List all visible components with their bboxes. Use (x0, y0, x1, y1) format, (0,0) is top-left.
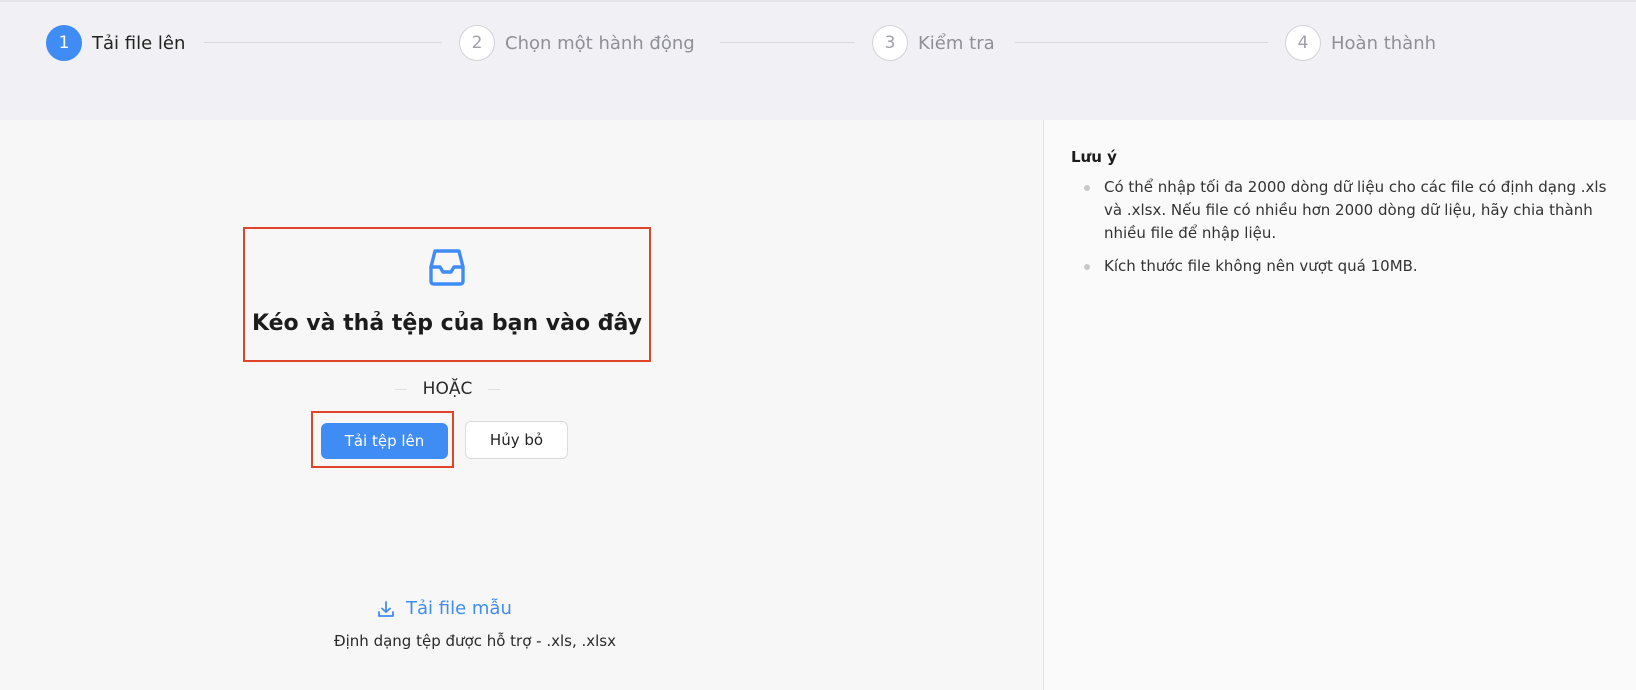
or-label: HOẶC (422, 379, 473, 399)
notes-title: Lưu ý (1071, 148, 1117, 166)
cancel-button[interactable]: Hủy bỏ (465, 421, 568, 459)
step-label: Hoàn thành (1331, 32, 1437, 54)
separator-line (488, 388, 501, 390)
step-review: 3 Kiểm tra (872, 24, 995, 62)
stepper-bar: 1 Tải file lên 2 Chọn một hành động 3 Ki… (0, 0, 1636, 120)
note-item: Kích thước file không nên vượt quá 10MB. (1084, 255, 1624, 278)
step-connector (720, 42, 855, 43)
step-upload: 1 Tải file lên (46, 24, 185, 62)
step-number: 2 (459, 25, 495, 61)
supported-formats-text: Định dạng tệp được hỗ trợ - .xls, .xlsx (334, 632, 616, 650)
notes-list: Có thể nhập tối đa 2000 dòng dữ liệu cho… (1084, 176, 1624, 288)
step-choose-action: 2 Chọn một hành động (459, 24, 695, 62)
upload-file-button[interactable]: Tải tệp lên (321, 423, 448, 459)
upload-button-highlight: Tải tệp lên (311, 411, 454, 468)
file-drop-zone[interactable]: Kéo và thả tệp của bạn vào đây (243, 227, 651, 362)
step-complete: 4 Hoàn thành (1285, 24, 1436, 62)
step-connector (204, 42, 442, 43)
step-number: 4 (1285, 25, 1321, 61)
download-template-label: Tải file mẫu (406, 598, 512, 619)
download-icon (378, 600, 394, 617)
step-label: Tải file lên (92, 32, 186, 54)
step-label: Chọn một hành động (505, 32, 695, 54)
or-separator: HOẶC (380, 377, 515, 401)
inbox-icon (429, 249, 465, 286)
download-template-link[interactable]: Tải file mẫu (376, 598, 512, 619)
separator-line (394, 388, 407, 390)
step-connector (1015, 42, 1268, 43)
upload-panel: Kéo và thả tệp của bạn vào đây HOẶC Tải … (0, 120, 1043, 690)
step-label: Kiểm tra (918, 32, 995, 54)
step-number: 3 (872, 25, 908, 61)
notes-panel: Lưu ý Có thể nhập tối đa 2000 dòng dữ li… (1044, 120, 1636, 690)
drop-zone-label: Kéo và thả tệp của bạn vào đây (251, 311, 643, 336)
step-number: 1 (46, 25, 82, 61)
note-item: Có thể nhập tối đa 2000 dòng dữ liệu cho… (1084, 176, 1624, 245)
